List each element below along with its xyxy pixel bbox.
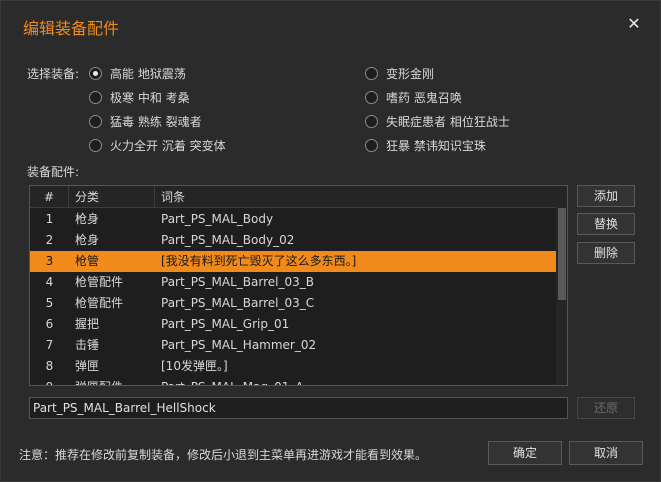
- radio-circle-icon[interactable]: [89, 138, 102, 152]
- radio-circle-icon[interactable]: [365, 90, 378, 104]
- radio-label: 狂暴 禁讳知识宝珠: [386, 138, 486, 153]
- table-row[interactable]: 5 枪管配件 Part_PS_MAL_Barrel_03_C: [30, 293, 556, 314]
- title-bar: 编辑装备配件 ✕: [1, 1, 660, 49]
- table-header: # 分类 词条: [30, 186, 556, 208]
- cell-category: 枪身: [75, 233, 100, 247]
- equip-radio-4[interactable]: 火力全开 沉着 突变体: [89, 136, 226, 154]
- cell-number: 6: [45, 317, 54, 331]
- cell-entry: [10发弹匣。]: [161, 359, 228, 373]
- cell-number: 5: [45, 296, 54, 310]
- cell-entry: Part_PS_MAL_Body: [161, 212, 274, 226]
- table-scrollbar[interactable]: [556, 186, 567, 385]
- table-row[interactable]: 6 握把 Part_PS_MAL_Grip_01: [30, 314, 556, 335]
- cell-entry: Part_PS_MAL_Body_02: [161, 233, 295, 247]
- radio-label: 嗜药 恶鬼召唤: [386, 90, 462, 105]
- cell-number: 8: [45, 359, 54, 373]
- radio-circle-icon[interactable]: [89, 66, 102, 80]
- radio-label: 猛毒 熟练 裂魂者: [110, 114, 202, 129]
- parts-table: # 分类 词条 1 枪身 Part_PS_MAL_Body 2 枪身 Part_PS_MA…: [29, 185, 568, 386]
- col-header-num[interactable]: #: [30, 186, 69, 208]
- radio-circle-icon[interactable]: [89, 90, 102, 104]
- cell-number: 2: [45, 233, 54, 247]
- cell-number: 1: [45, 212, 54, 226]
- radio-circle-icon[interactable]: [365, 138, 378, 152]
- part-entry-input[interactable]: Part_PS_MAL_Barrel_HellShock: [29, 397, 568, 419]
- equip-radio-5[interactable]: 变形金刚: [365, 64, 434, 82]
- parts-label: 装备配件:: [27, 165, 80, 179]
- delete-button[interactable]: 删除: [577, 242, 635, 264]
- restore-button[interactable]: 还原: [577, 397, 635, 419]
- equip-radio-3[interactable]: 猛毒 熟练 裂魂者: [89, 112, 202, 130]
- equip-radio-7[interactable]: 失眠症患者 相位狂战士: [365, 112, 510, 130]
- radio-label: 极寒 中和 考桑: [110, 90, 190, 105]
- table-row[interactable]: 4 枪管配件 Part_PS_MAL_Barrel_03_B: [30, 272, 556, 293]
- table-row[interactable]: 7 击锤 Part_PS_MAL_Hammer_02: [30, 335, 556, 356]
- equip-radio-8[interactable]: 狂暴 禁讳知识宝珠: [365, 136, 486, 154]
- col-header-entry[interactable]: 词条: [155, 186, 556, 208]
- radio-label: 火力全开 沉着 突变体: [110, 138, 226, 153]
- footer-note: 注意：推荐在修改前复制装备，修改后小退到主菜单再进游戏才能看到效果。: [19, 448, 428, 462]
- edit-parts-dialog: 编辑装备配件 ✕ 选择装备: 高能 地狱震荡 极寒 中和 考桑 猛毒 熟练 裂魂者火…: [0, 0, 661, 482]
- table-body: 1 枪身 Part_PS_MAL_Body 2 枪身 Part_PS_MAL_Body_0…: [30, 209, 556, 385]
- cell-category: 击锤: [75, 338, 100, 352]
- scrollbar-thumb[interactable]: [558, 208, 566, 300]
- radio-label: 变形金刚: [386, 66, 435, 81]
- radio-circle-icon[interactable]: [89, 114, 102, 128]
- cell-category: 枪管配件: [75, 296, 124, 310]
- table-row[interactable]: 3 枪管 [我没有料到死亡毁灭了这么多东西。]: [30, 251, 556, 272]
- equip-radio-6[interactable]: 嗜药 恶鬼召唤: [365, 88, 462, 106]
- cell-category: 枪管: [75, 254, 100, 268]
- cell-category: 弹匣: [75, 359, 100, 373]
- ok-button[interactable]: 确定: [488, 441, 562, 465]
- cell-entry: Part_PS_MAL_Hammer_02: [161, 338, 317, 352]
- cell-category: 弹匣配件: [75, 377, 123, 385]
- radio-circle-icon[interactable]: [365, 66, 378, 80]
- cell-number: 7: [45, 338, 54, 352]
- equip-radio-1[interactable]: 高能 地狱震荡: [89, 64, 186, 82]
- radio-label: 高能 地狱震荡: [110, 66, 186, 81]
- select-equip-label: 选择装备:: [27, 67, 80, 81]
- radio-label: 失眠症患者 相位狂战士: [386, 114, 510, 129]
- cell-entry: [我没有料到死亡毁灭了这么多东西。]: [161, 254, 357, 268]
- cell-number: 3: [45, 254, 54, 268]
- cell-entry: Part_PS_MAL_Barrel_03_B: [161, 275, 314, 289]
- radio-circle-icon[interactable]: [365, 114, 378, 128]
- cell-category: 枪管配件: [75, 275, 124, 289]
- table-row[interactable]: 2 枪身 Part_PS_MAL_Body_02: [30, 230, 556, 251]
- dialog-title: 编辑装备配件: [23, 19, 120, 38]
- table-row[interactable]: 1 枪身 Part_PS_MAL_Body: [30, 209, 556, 230]
- cell-entry: Part_PS_MAL_Grip_01: [161, 317, 290, 331]
- cell-entry: Part_PS_MAL_Mag_01_A: [161, 377, 304, 385]
- cell-number: 4: [45, 275, 54, 289]
- equip-radio-2[interactable]: 极寒 中和 考桑: [89, 88, 190, 106]
- table-row[interactable]: 8 弹匣 [10发弹匣。]: [30, 356, 556, 377]
- cancel-button[interactable]: 取消: [569, 441, 643, 465]
- col-header-category[interactable]: 分类: [69, 186, 155, 208]
- add-button[interactable]: 添加: [577, 185, 635, 207]
- table-row[interactable]: 9 弹匣配件 Part_PS_MAL_Mag_01_A: [30, 377, 556, 385]
- close-icon[interactable]: ✕: [625, 15, 643, 33]
- cell-number: 9: [30, 377, 69, 385]
- replace-button[interactable]: 替换: [577, 213, 635, 235]
- cell-entry: Part_PS_MAL_Barrel_03_C: [161, 296, 315, 310]
- cell-category: 握把: [75, 317, 100, 331]
- cell-category: 枪身: [75, 212, 100, 226]
